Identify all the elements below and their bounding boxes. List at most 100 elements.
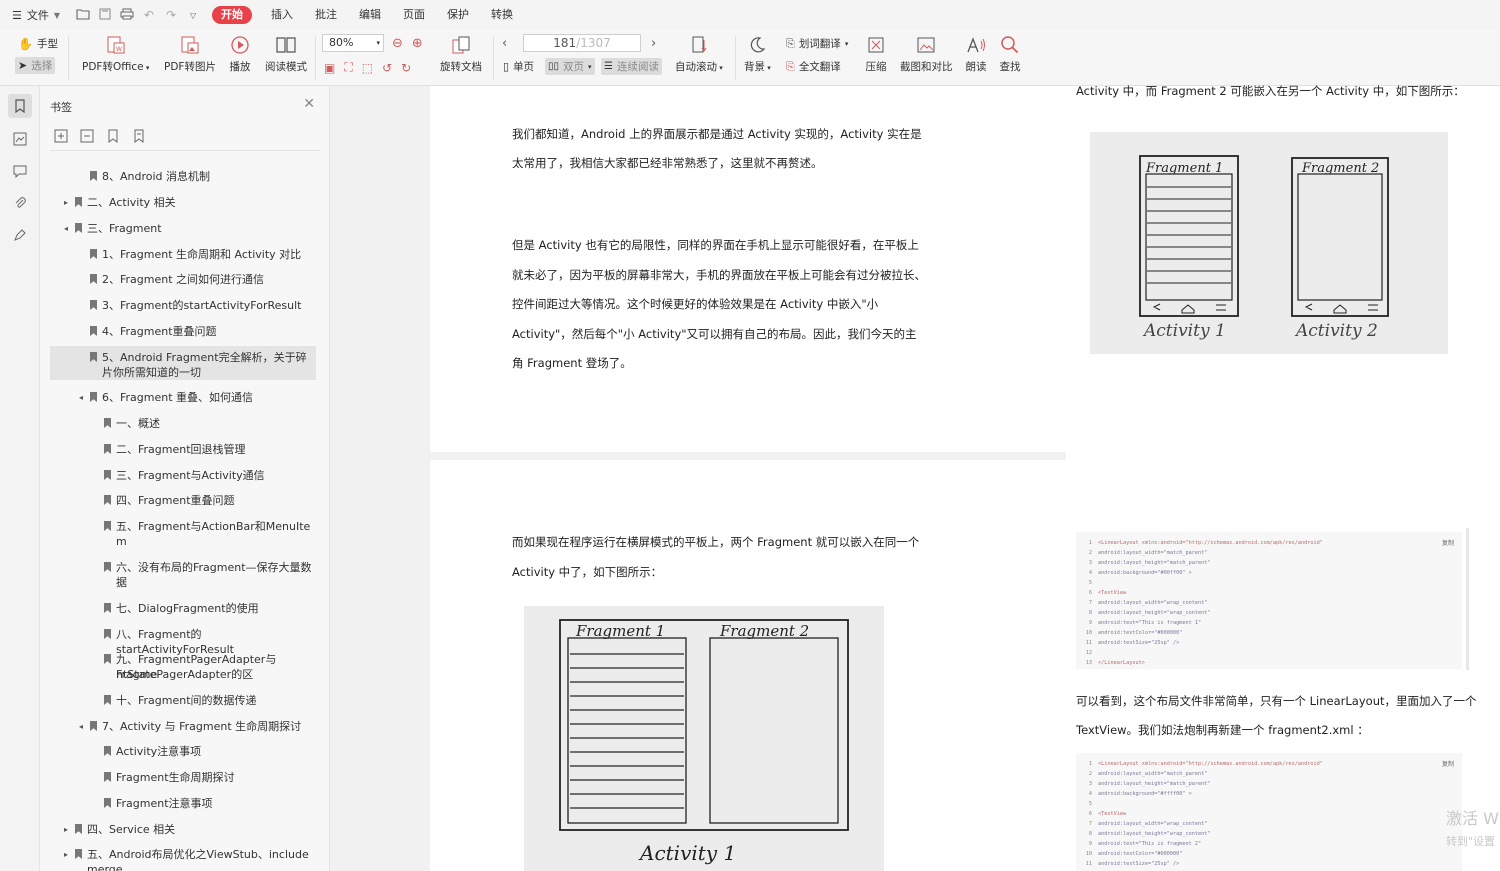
bookmark-item[interactable]: 三、Fragment与Activity通信 — [50, 464, 316, 486]
background-button[interactable]: 背景 ▾ — [744, 34, 771, 74]
select-tool-button[interactable]: ➤ 选择 — [15, 57, 56, 74]
tab-page[interactable]: 页面 — [392, 0, 436, 30]
tab-start[interactable]: 开始 — [212, 6, 253, 24]
next-page-button[interactable]: › — [651, 36, 656, 51]
bookmark-item[interactable]: 1、Fragment 生命周期和 Activity 对比 — [50, 243, 316, 265]
expand-all-icon[interactable] — [54, 128, 68, 143]
open-folder-icon[interactable] — [76, 8, 90, 23]
code-block-fragment2: 复制 1 <LinearLayout xmlns:android="http://… — [1076, 753, 1462, 871]
bookmark-label: 二、Fragment回退栈管理 — [116, 443, 246, 456]
zoom-input[interactable]: 80% ▾ — [322, 34, 384, 52]
bookmark-item[interactable]: ◂ 7、Activity 与 Fragment 生命周期探讨 — [50, 715, 316, 737]
continuous-read-button[interactable]: ☰ 连续阅读 — [601, 58, 662, 75]
expand-toggle-icon[interactable]: ▸ — [64, 822, 68, 837]
right-page: Activity 中，而 Fragment 2 可能嵌入在另一个 Activit… — [1066, 84, 1500, 871]
single-page-button[interactable]: ▯ 单页 — [503, 59, 534, 74]
word-translate-button[interactable]: ⎘ 划词翻译 ▾ — [786, 36, 848, 51]
double-page-button[interactable]: ▯▯ 双页 ▾ — [545, 58, 595, 75]
bookmark-item[interactable]: Activity注意事项 — [50, 740, 316, 762]
actual-size-icon[interactable]: ▣ — [324, 61, 335, 75]
bookmark-label: 1、Fragment 生命周期和 Activity 对比 — [102, 248, 302, 261]
find-button[interactable]: 查找 — [999, 34, 1021, 74]
bookmark-item[interactable]: 3、Fragment的startActivityForResult — [50, 294, 316, 316]
more-icon[interactable]: ▽ — [186, 11, 200, 20]
screenshot-compare-button[interactable]: 截图和对比 — [900, 34, 953, 74]
zoom-out-icon[interactable]: ⊖ — [392, 36, 403, 51]
compress-button[interactable]: 压缩 — [865, 34, 887, 74]
expand-toggle-icon[interactable]: ◂ — [79, 719, 83, 734]
rotate-document-button[interactable]: 旋转文档 — [440, 34, 482, 74]
bookmark-label: 7、Activity 与 Fragment 生命周期探讨 — [102, 720, 302, 733]
rotate-left-icon[interactable]: ↺ — [382, 61, 392, 75]
bookmark-item[interactable]: 十、Fragment间的数据传递 — [50, 689, 316, 711]
bookmark-item[interactable]: 七、DialogFragment的使用 — [50, 597, 316, 619]
zoom-in-icon[interactable]: ⊕ — [412, 36, 423, 51]
document-view[interactable]: 我们都知道，Android 上的界面展示都是通过 Activity 实现的，Ac… — [330, 84, 1500, 871]
fit-width-icon[interactable]: ⬚ — [362, 61, 373, 75]
expand-toggle-icon[interactable]: ▸ — [64, 195, 68, 210]
read-mode-button[interactable]: 阅读模式 — [265, 34, 307, 74]
full-translate-button[interactable]: ⎘ 全文翻译 — [786, 59, 841, 74]
redo-icon[interactable]: ↷ — [164, 8, 178, 22]
hand-tool-button[interactable]: ✋ 手型 — [18, 36, 58, 51]
tab-protect[interactable]: 保护 — [436, 0, 480, 30]
read-aloud-button[interactable]: 朗读 — [965, 34, 987, 74]
thumbnail-icon[interactable] — [8, 127, 32, 151]
bookmark-item[interactable]: Fragment生命周期探讨 — [50, 766, 316, 788]
bookmark-item[interactable]: 四、Fragment重叠问题 — [50, 489, 316, 511]
auto-scroll-label: 自动滚动 ▾ — [675, 61, 723, 73]
bookmark-item[interactable]: 4、Fragment重叠问题 — [50, 320, 316, 342]
add-bookmark-icon[interactable] — [106, 128, 120, 143]
bookmark-item[interactable]: Fragment注意事项 — [50, 792, 316, 814]
collapse-all-icon[interactable] — [80, 128, 94, 143]
bookmark-item[interactable]: 六、没有布局的Fragment—保存大量数据 — [50, 556, 316, 590]
tab-annotate[interactable]: 批注 — [304, 0, 348, 30]
expand-toggle-icon[interactable]: ◂ — [79, 390, 83, 405]
bookmark-item[interactable]: ▸ 四、Service 相关 — [50, 818, 316, 840]
delete-bookmark-icon[interactable] — [132, 128, 146, 143]
zoom-dropdown-icon[interactable]: ▾ — [376, 35, 380, 51]
auto-scroll-button[interactable]: 自动滚动 ▾ — [675, 34, 723, 74]
tab-convert[interactable]: 转换 — [480, 0, 524, 30]
close-icon[interactable]: ✕ — [303, 96, 315, 112]
bookmark-label: 五、Android布局优化之ViewStub、include — [87, 848, 309, 861]
bookmark-item[interactable]: ◂ 6、Fragment 重叠、如何通信 — [50, 386, 316, 408]
bookmark-item[interactable]: ▸ 二、Activity 相关 — [50, 191, 316, 213]
fit-page-icon[interactable]: ⛶ — [344, 60, 352, 75]
bookmark-item[interactable]: 二、Fragment回退栈管理 — [50, 438, 316, 460]
bookmark-panel-icon[interactable] — [8, 94, 32, 118]
bookmark-item[interactable]: ▸ 五、Android布局优化之ViewStub、include merge — [50, 843, 316, 871]
copy-button[interactable]: 复制 — [1442, 538, 1454, 547]
pdf-to-image-button[interactable]: PDF转图片 — [164, 34, 216, 74]
bookmark-item[interactable]: 8、Android 消息机制 — [50, 165, 316, 187]
print-icon[interactable] — [120, 8, 134, 23]
read-aloud-label: 朗读 — [965, 61, 987, 73]
file-menu[interactable]: ☰ 文件 ▼ — [0, 0, 66, 30]
bookmark-item[interactable]: 九、FragmentPagerAdapter与Fragme ntStatePage… — [50, 648, 316, 682]
signature-icon[interactable] — [8, 223, 32, 247]
bookmark-item[interactable]: 2、Fragment 之间如何进行通信 — [50, 268, 316, 290]
bookmark-item[interactable]: ◂ 三、Fragment — [50, 217, 316, 239]
tab-edit[interactable]: 编辑 — [348, 0, 392, 30]
copy-button[interactable]: 复制 — [1442, 759, 1454, 768]
bookmark-item[interactable]: 5、Android Fragment完全解析，关于碎 片你所需知道的一切 — [50, 346, 316, 380]
bookmark-item[interactable]: 五、Fragment与ActionBar和MenuIte m — [50, 515, 316, 549]
attachment-icon[interactable] — [8, 191, 32, 215]
bookmark-item[interactable]: 一、概述 — [50, 412, 316, 434]
paragraph-line: 角 Fragment 登场了。 — [512, 356, 632, 370]
play-button[interactable]: 播放 — [229, 34, 251, 74]
rotate-right-icon[interactable]: ↻ — [401, 61, 411, 75]
bookmark-flag-icon — [90, 300, 97, 310]
page-number-input[interactable]: 181/1307 — [523, 34, 641, 52]
page-edge — [1466, 528, 1469, 670]
tab-insert[interactable]: 插入 — [260, 0, 304, 30]
prev-page-button[interactable]: ‹ — [502, 36, 507, 51]
comment-icon[interactable] — [8, 159, 32, 183]
expand-toggle-icon[interactable]: ◂ — [64, 221, 68, 236]
undo-icon[interactable]: ↶ — [142, 8, 156, 22]
bookmark-item[interactable]: 八、Fragment的startActivityForResult — [50, 623, 316, 656]
save-icon[interactable] — [98, 8, 112, 23]
paragraph-line: Activity 中，而 Fragment 2 可能嵌入在另一个 Activit… — [1076, 84, 1465, 98]
pdf-to-office-button[interactable]: W PDF转Office ▾ — [82, 34, 149, 74]
expand-toggle-icon[interactable]: ▸ — [64, 847, 68, 862]
